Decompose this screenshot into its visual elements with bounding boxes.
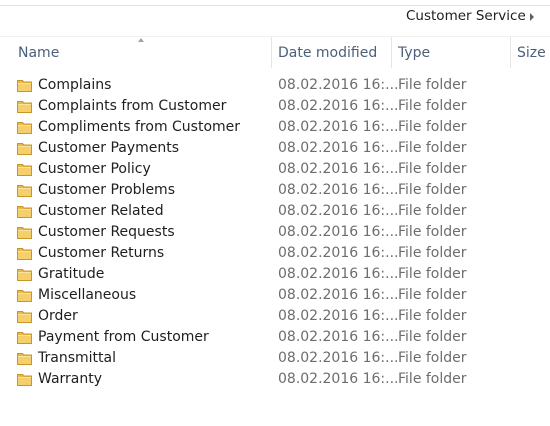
folder-icon xyxy=(17,80,32,92)
file-row[interactable]: Transmittal 08.02.2016 16:... File folde… xyxy=(0,348,550,369)
file-type: File folder xyxy=(398,119,467,135)
file-name: Order xyxy=(38,308,78,324)
file-row[interactable]: Customer Requests 08.02.2016 16:... File… xyxy=(0,222,550,243)
file-date-modified: 08.02.2016 16:... xyxy=(278,329,399,345)
file-date-modified: 08.02.2016 16:... xyxy=(278,140,399,156)
file-date-modified: 08.02.2016 16:... xyxy=(278,245,399,261)
file-row[interactable]: Customer Payments 08.02.2016 16:... File… xyxy=(0,138,550,159)
folder-icon xyxy=(17,164,32,176)
file-date-modified: 08.02.2016 16:... xyxy=(278,224,399,240)
file-type: File folder xyxy=(398,266,467,282)
file-date-modified: 08.02.2016 16:... xyxy=(278,182,399,198)
file-row[interactable]: Warranty 08.02.2016 16:... File folder xyxy=(0,369,550,390)
folder-icon xyxy=(17,227,32,239)
file-row[interactable]: Order 08.02.2016 16:... File folder xyxy=(0,306,550,327)
column-divider[interactable] xyxy=(271,37,272,68)
file-name: Complaints from Customer xyxy=(38,98,227,114)
file-date-modified: 08.02.2016 16:... xyxy=(278,161,399,177)
file-date-modified: 08.02.2016 16:... xyxy=(278,77,399,93)
file-type: File folder xyxy=(398,350,467,366)
file-row[interactable]: Customer Policy 08.02.2016 16:... File f… xyxy=(0,159,550,180)
folder-icon xyxy=(17,185,32,197)
folder-icon xyxy=(17,374,32,386)
column-divider[interactable] xyxy=(391,37,392,68)
file-type: File folder xyxy=(398,77,467,93)
top-divider xyxy=(0,5,550,6)
file-name: Customer Requests xyxy=(38,224,175,240)
file-row[interactable]: Customer Returns 08.02.2016 16:... File … xyxy=(0,243,550,264)
file-row[interactable]: Complains 08.02.2016 16:... File folder xyxy=(0,75,550,96)
file-type: File folder xyxy=(398,140,467,156)
file-row[interactable]: Compliments from Customer 08.02.2016 16:… xyxy=(0,117,550,138)
column-header-row: Name Date modified Type Size xyxy=(0,37,550,69)
sort-ascending-icon xyxy=(138,38,144,42)
file-date-modified: 08.02.2016 16:... xyxy=(278,350,399,366)
column-divider[interactable] xyxy=(510,37,511,68)
folder-icon xyxy=(17,311,32,323)
folder-icon xyxy=(17,290,32,302)
file-row[interactable]: Gratitude 08.02.2016 16:... File folder xyxy=(0,264,550,285)
file-name: Transmittal xyxy=(38,350,116,366)
file-row[interactable]: Miscellaneous 08.02.2016 16:... File fol… xyxy=(0,285,550,306)
file-list: Complains 08.02.2016 16:... File folder … xyxy=(0,75,550,390)
file-type: File folder xyxy=(398,203,467,219)
folder-icon xyxy=(17,332,32,344)
file-row[interactable]: Payment from Customer 08.02.2016 16:... … xyxy=(0,327,550,348)
file-type: File folder xyxy=(398,371,467,387)
file-date-modified: 08.02.2016 16:... xyxy=(278,119,399,135)
file-type: File folder xyxy=(398,329,467,345)
file-date-modified: 08.02.2016 16:... xyxy=(278,203,399,219)
folder-icon xyxy=(17,269,32,281)
address-bar: Customer Service xyxy=(0,0,550,37)
folder-icon xyxy=(17,122,32,134)
file-type: File folder xyxy=(398,224,467,240)
column-header-size[interactable]: Size xyxy=(517,45,546,61)
file-type: File folder xyxy=(398,161,467,177)
folder-icon xyxy=(17,143,32,155)
chevron-right-icon[interactable] xyxy=(530,13,534,21)
file-name: Compliments from Customer xyxy=(38,119,241,135)
file-type: File folder xyxy=(398,182,467,198)
file-date-modified: 08.02.2016 16:... xyxy=(278,287,399,303)
file-date-modified: 08.02.2016 16:... xyxy=(278,98,399,114)
folder-icon xyxy=(17,353,32,365)
file-name: Customer Related xyxy=(38,203,164,219)
file-name: Customer Policy xyxy=(38,161,151,177)
column-header-name[interactable]: Name xyxy=(18,45,59,61)
file-type: File folder xyxy=(398,98,467,114)
file-date-modified: 08.02.2016 16:... xyxy=(278,371,399,387)
breadcrumb-customer-service[interactable]: Customer Service xyxy=(406,8,526,24)
column-header-type[interactable]: Type xyxy=(398,45,430,61)
file-name: Complains xyxy=(38,77,112,93)
file-row[interactable]: Complaints from Customer 08.02.2016 16:.… xyxy=(0,96,550,117)
file-type: File folder xyxy=(398,308,467,324)
file-name: Customer Problems xyxy=(38,182,175,198)
file-type: File folder xyxy=(398,245,467,261)
file-type: File folder xyxy=(398,287,467,303)
file-row[interactable]: Customer Problems 08.02.2016 16:... File… xyxy=(0,180,550,201)
file-name: Gratitude xyxy=(38,266,105,282)
folder-icon xyxy=(17,248,32,260)
file-name: Payment from Customer xyxy=(38,329,209,345)
file-name: Miscellaneous xyxy=(38,287,137,303)
folder-icon xyxy=(17,206,32,218)
file-name: Customer Returns xyxy=(38,245,165,261)
file-date-modified: 08.02.2016 16:... xyxy=(278,266,399,282)
file-name: Customer Payments xyxy=(38,140,180,156)
column-header-date-modified[interactable]: Date modified xyxy=(278,45,377,61)
folder-icon xyxy=(17,101,32,113)
file-row[interactable]: Customer Related 08.02.2016 16:... File … xyxy=(0,201,550,222)
file-date-modified: 08.02.2016 16:... xyxy=(278,308,399,324)
file-name: Warranty xyxy=(38,371,103,387)
